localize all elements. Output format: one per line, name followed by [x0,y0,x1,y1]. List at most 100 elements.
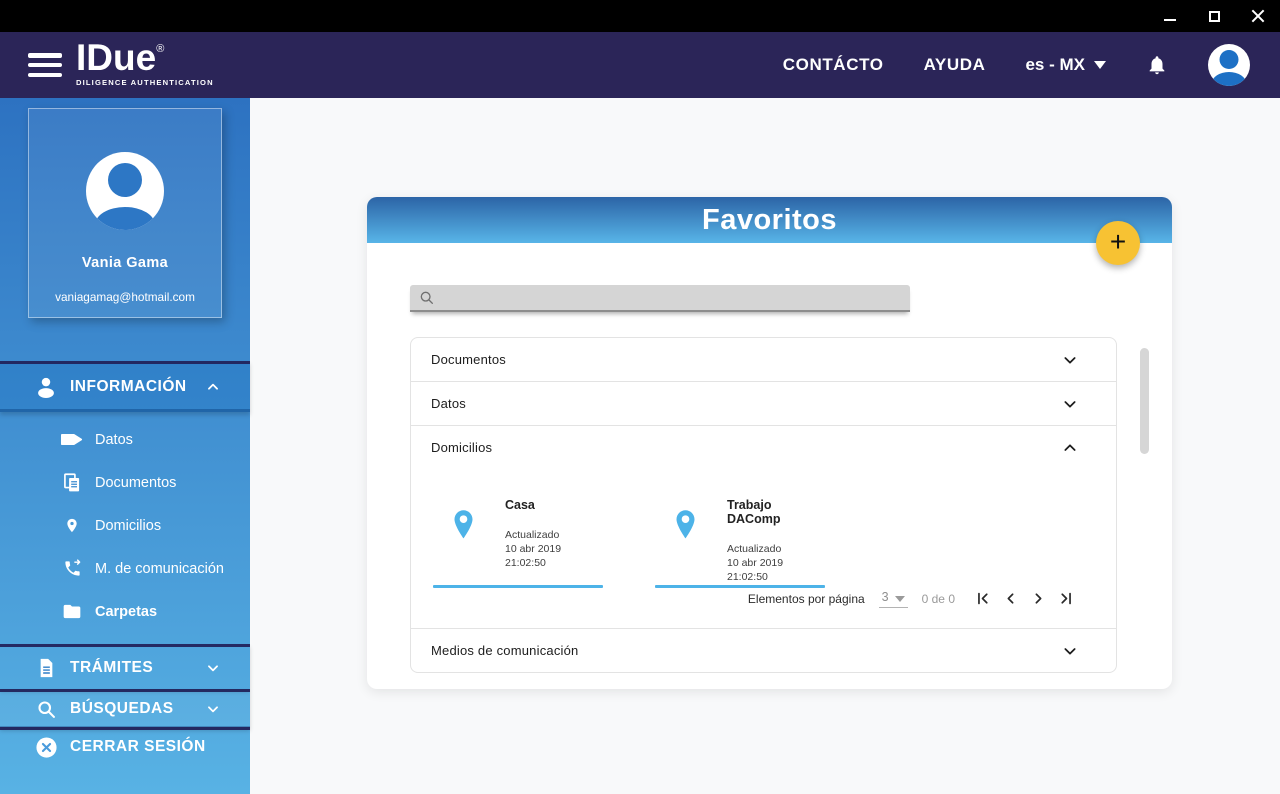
pin-icon [60,516,84,535]
chevron-down-icon [894,595,905,602]
sidebar-item-datos[interactable]: Datos [0,418,250,461]
sidebar-item-label: Documentos [95,474,177,491]
sidebar-item-label: Domicilios [95,517,162,534]
tag-icon [60,432,84,447]
pin-icon [450,508,477,549]
user-avatar[interactable] [1208,44,1250,86]
updated-label: Actualizado [505,529,560,541]
os-titlebar [0,0,1280,32]
profile-avatar [86,152,164,230]
accordion-row-medios[interactable]: Medios de comunicación [410,628,1117,673]
tile-underline [433,585,603,588]
maximize-icon[interactable] [1206,8,1222,24]
sidebar-section-tramites[interactable]: TRÁMITES [0,644,250,689]
sidebar-section-busquedas[interactable]: BÚSQUEDAS [0,689,250,728]
scrollbar-thumb[interactable] [1140,348,1149,454]
items-per-page-label: Elementos por página [747,591,865,606]
logo-title: IDue [76,37,157,78]
paginator: Elementos por página 3 0 de 0 [748,589,1076,608]
chevron-up-icon [206,380,220,394]
page-title: Favoritos [701,204,838,236]
profile-name: Vania Gama [81,255,169,271]
minimize-icon[interactable] [1162,8,1178,24]
sidebar-section-label: BÚSQUEDAS [70,700,174,717]
sidebar-item-label: Carpetas [95,603,158,620]
search-icon [34,699,58,720]
domicilio-meta: Actualizado 10 abr 2019 21:02:50 [505,528,603,571]
domicilios-panel: Casa Actualizado 10 abr 2019 21:02:50 Tr… [410,469,1117,629]
language-label: es - MX [1025,55,1085,74]
search-icon [419,290,435,306]
document-icon [34,658,58,678]
header-nav: CONTÁCTO AYUDA es - MX [783,32,1280,98]
previous-page-icon[interactable] [1001,589,1020,608]
accordion-row-datos[interactable]: Datos [410,381,1117,426]
chevron-down-icon [206,661,220,675]
nav-contacto[interactable]: CONTÁCTO [783,55,884,75]
pin-icon [672,508,699,549]
chevron-down-icon [1062,396,1078,412]
sidebar-section-label: INFORMACIÓN [70,377,187,395]
phone-icon [60,559,84,578]
domicilio-meta: Actualizado 10 abr 2019 21:02:50 [727,542,825,585]
profile-email: vaniagamag@hotmail.com [55,290,195,304]
domicilio-title: Casa [505,498,535,512]
main-content: Favoritos + Documentos Datos Domicilios … [250,98,1280,794]
registered-mark: ® [156,43,165,55]
page-size-value: 3 [881,589,889,604]
sidebar-item-label: M. de comunicación [95,560,224,577]
next-page-icon[interactable] [1029,589,1048,608]
search-box[interactable] [410,285,910,312]
copy-icon [60,472,84,493]
favorites-card-header: Favoritos [367,197,1172,243]
accordion-label: Datos [431,396,466,411]
accordion-label: Documentos [431,352,506,367]
app-window: IDue® DILIGENCE AUTHENTICATION CONTÁCTO … [0,0,1280,794]
logout-label: CERRAR SESIÓN [70,738,206,755]
accordion-label: Domicilios [431,440,493,455]
sidebar-item-domicilios[interactable]: Domicilios [0,504,250,547]
favorites-card: Favoritos + Documentos Datos Domicilios … [367,197,1172,689]
sidebar-item-comunicacion[interactable]: M. de comunicación [0,547,250,590]
sidebar-item-carpetas[interactable]: Carpetas [0,590,250,633]
sidebar-section-informacion[interactable]: INFORMACIÓN [0,361,250,412]
menu-icon[interactable] [28,53,62,77]
search-input[interactable] [442,285,901,310]
page-size-select[interactable]: 3 [878,589,908,608]
sidebar-submenu: Datos Documentos Domicilios M. de comuni… [0,418,250,633]
chevron-down-icon [1094,61,1106,69]
last-page-icon[interactable] [1057,589,1076,608]
updated-label: Actualizado [727,543,782,555]
close-circle-icon [34,736,58,759]
tile-underline [655,585,825,588]
folder-icon [60,603,84,620]
sidebar: Vania Gama vaniagamag@hotmail.com INFORM… [0,98,250,794]
domicilio-tile-casa[interactable]: Casa Actualizado 10 abr 2019 21:02:50 [433,495,603,588]
accordion-label: Medios de comunicación [431,643,579,658]
person-icon [34,376,58,398]
logout-button[interactable]: CERRAR SESIÓN [0,727,250,764]
app-logo: IDue® DILIGENCE AUTHENTICATION [76,37,214,87]
sidebar-section-label: TRÁMITES [70,659,154,676]
page-range-label: 0 de 0 [921,591,955,606]
app-header: IDue® DILIGENCE AUTHENTICATION CONTÁCTO … [0,32,1280,98]
sidebar-item-label: Datos [95,431,133,448]
chevron-down-icon [206,702,220,716]
close-icon[interactable] [1250,8,1266,24]
language-selector[interactable]: es - MX [1025,55,1106,75]
sidebar-item-documentos[interactable]: Documentos [0,461,250,504]
chevron-up-icon [1062,440,1078,456]
domicilio-tile-trabajo[interactable]: Trabajo DAComp Actualizado 10 abr 2019 2… [655,495,825,588]
updated-timestamp: 10 abr 2019 21:02:50 [505,543,562,570]
add-favorite-button[interactable]: + [1096,221,1140,265]
bell-icon[interactable] [1146,54,1168,76]
nav-ayuda[interactable]: AYUDA [924,55,986,75]
chevron-down-icon [1062,643,1078,659]
first-page-icon[interactable] [973,589,992,608]
accordion-row-documentos[interactable]: Documentos [410,337,1117,382]
domicilios-list: Casa Actualizado 10 abr 2019 21:02:50 Tr… [411,469,1116,588]
favorites-accordion: Documentos Datos Domicilios Casa Actuali… [410,337,1117,673]
updated-timestamp: 10 abr 2019 21:02:50 [727,557,784,584]
accordion-row-domicilios[interactable]: Domicilios [410,425,1117,469]
chevron-down-icon [1062,352,1078,368]
